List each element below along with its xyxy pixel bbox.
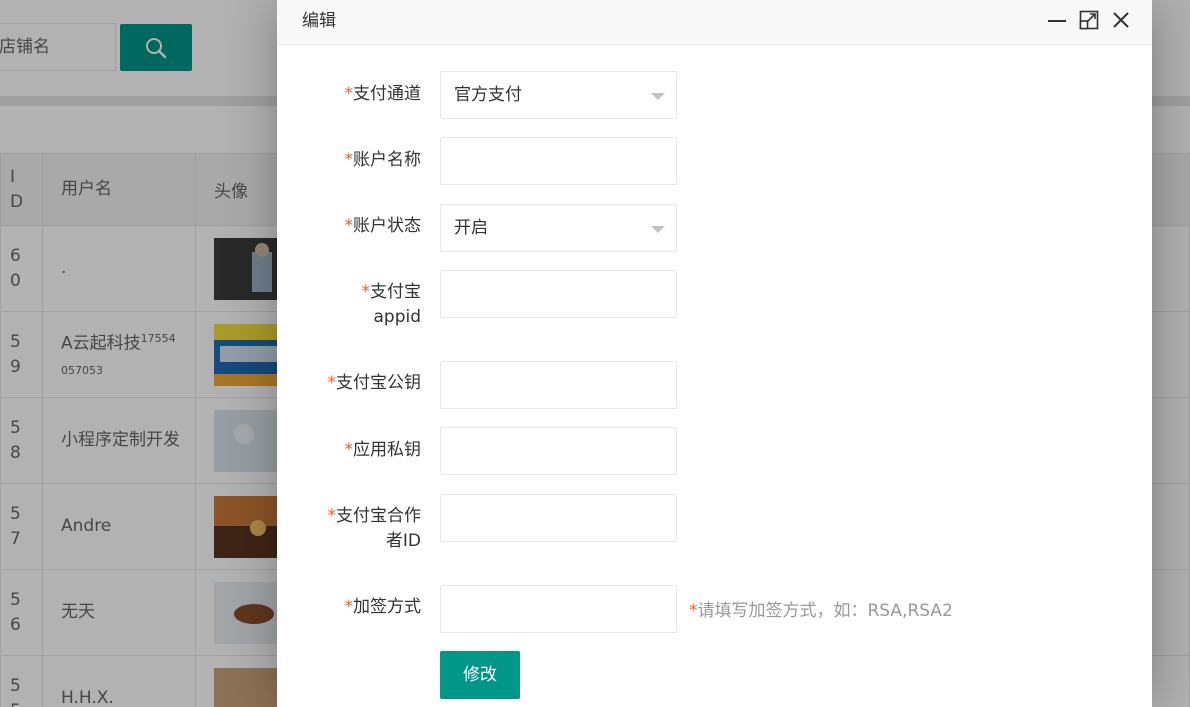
sign-type-label: *加签方式 bbox=[344, 597, 422, 617]
app-private-key-label: *应用私钥 bbox=[344, 440, 422, 460]
account-status-label: *账户状态 bbox=[344, 216, 422, 236]
sign-type-hint: *请填写加签方式，如：RSA,RSA2 bbox=[689, 601, 953, 621]
channel-label: *支付通道 bbox=[344, 84, 422, 104]
alipay-appid-input[interactable] bbox=[440, 270, 677, 318]
alipay-appid-label: *支付宝 appid bbox=[361, 282, 422, 327]
channel-select[interactable]: 官方支付 bbox=[440, 71, 677, 119]
dialog-header: 编辑 bbox=[277, 0, 1152, 45]
dialog-title: 编辑 bbox=[302, 11, 336, 31]
alipay-public-key-input[interactable] bbox=[440, 361, 677, 409]
maximize-icon[interactable] bbox=[1078, 9, 1100, 31]
account-name-label: *账户名称 bbox=[344, 150, 422, 170]
alipay-public-key-label: *支付宝公钥 bbox=[327, 373, 422, 393]
submit-button[interactable]: 修改 bbox=[440, 651, 520, 699]
close-icon[interactable] bbox=[1110, 9, 1132, 31]
partner-id-input[interactable] bbox=[440, 494, 677, 542]
app-private-key-input[interactable] bbox=[440, 427, 677, 475]
account-status-select[interactable]: 开启 bbox=[440, 204, 677, 252]
edit-dialog: 编辑 *支付通道 官方支付 *账户名称 *账户状态 开启 *支付宝appid bbox=[277, 0, 1152, 707]
sign-type-input[interactable] bbox=[440, 585, 677, 633]
minimize-icon[interactable] bbox=[1046, 9, 1068, 31]
partner-id-label: *支付宝合作 者ID bbox=[327, 506, 422, 551]
account-name-input[interactable] bbox=[440, 137, 677, 185]
chevron-down-icon bbox=[651, 93, 665, 100]
chevron-down-icon bbox=[651, 226, 665, 233]
